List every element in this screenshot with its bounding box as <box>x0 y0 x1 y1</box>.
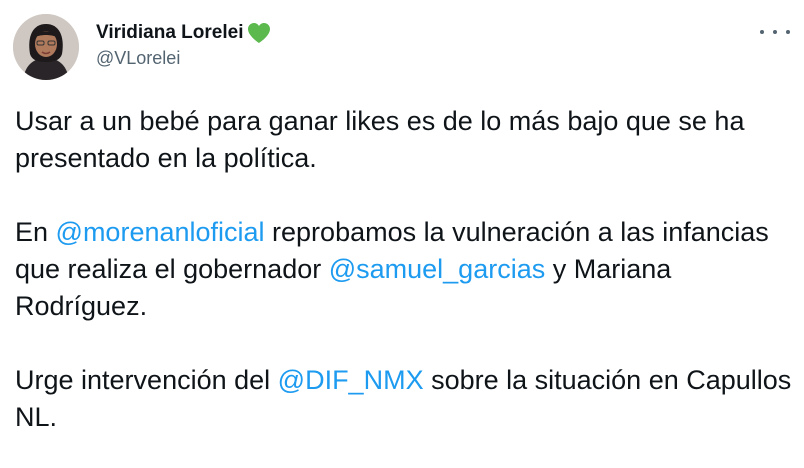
name-row: Viridiana Lorelei <box>96 20 271 46</box>
tweet-card: Viridiana Lorelei @VLorelei Usar a un be… <box>0 0 804 468</box>
display-name[interactable]: Viridiana Lorelei <box>96 22 243 44</box>
tweet-paragraph-2: En @morenanloficial reprobamos la vulner… <box>15 214 795 325</box>
more-options-button[interactable] <box>760 22 790 42</box>
text-segment: En <box>15 217 56 247</box>
more-horizontal-icon <box>760 30 764 34</box>
mention-link[interactable]: @samuel_garcias <box>329 254 546 284</box>
tweet-paragraph-1: Usar a un bebé para ganar likes es de lo… <box>15 106 745 173</box>
tweet-text: Usar a un bebé para ganar likes es de lo… <box>15 103 795 436</box>
green-heart-icon <box>247 22 271 44</box>
handle[interactable]: @VLorelei <box>96 48 271 69</box>
mention-link[interactable]: @morenanloficial <box>56 217 265 247</box>
avatar-image <box>13 14 79 80</box>
more-horizontal-icon-dot <box>773 30 777 34</box>
user-info: Viridiana Lorelei @VLorelei <box>96 20 271 69</box>
tweet-paragraph-3: Urge intervención del @DIF_NMX sobre la … <box>15 362 795 436</box>
mention-link[interactable]: @DIF_NMX <box>278 365 424 395</box>
text-segment: Urge intervención del <box>15 365 278 395</box>
more-horizontal-icon-dot <box>786 30 790 34</box>
avatar[interactable] <box>13 14 79 80</box>
